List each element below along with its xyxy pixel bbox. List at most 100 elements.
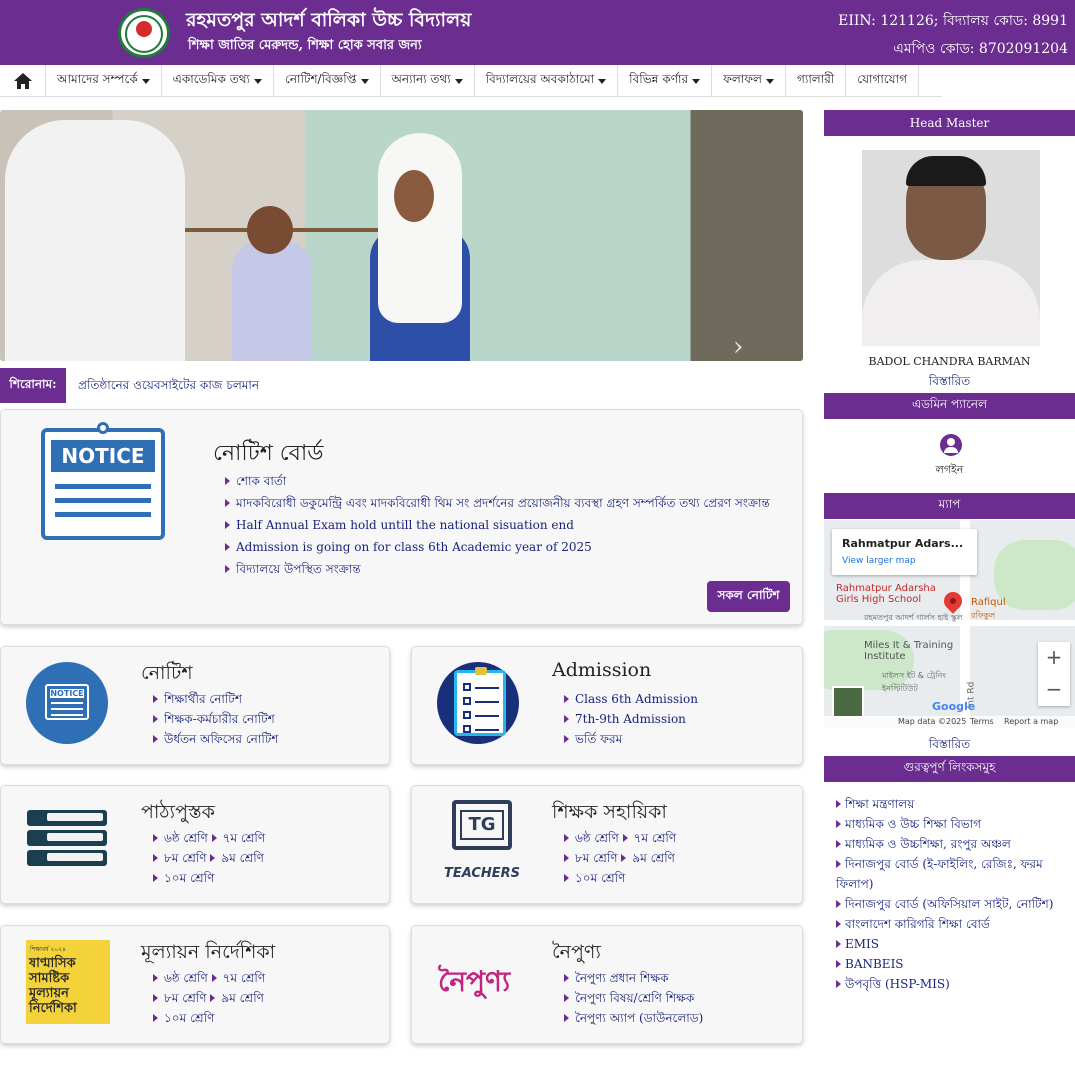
head-master-photo bbox=[862, 150, 1040, 346]
school-name[interactable]: রহমতপুর আদর্শ বালিকা উচ্চ বিদ্যালয় bbox=[186, 6, 471, 38]
nav-item-gallery[interactable]: গ্যালারী bbox=[786, 65, 847, 97]
school-logo[interactable] bbox=[118, 8, 170, 58]
nav-item-notice[interactable]: নোটিশ/বিজ্ঞপ্তি bbox=[274, 65, 381, 97]
class-link[interactable]: ৯ম শ্রেণি bbox=[621, 851, 675, 865]
login-link[interactable]: লগইন bbox=[824, 461, 1075, 480]
notice-item[interactable]: শোক বার্তা bbox=[225, 470, 770, 492]
caret-right-icon bbox=[153, 735, 158, 743]
class-link[interactable]: ৭ম শ্রেণি bbox=[211, 971, 265, 985]
list-item[interactable]: নৈপুণ্য প্রধান শিক্ষক bbox=[564, 968, 703, 988]
nav-item-results[interactable]: ফলাফল bbox=[712, 65, 786, 97]
caret-right-icon bbox=[836, 800, 841, 808]
list-item: ৬ষ্ঠ শ্রেণি ৭ম শ্রেণি bbox=[153, 828, 265, 848]
nav-item-other-info[interactable]: অন্যান্য তথ্য bbox=[381, 65, 475, 97]
class-link[interactable]: ১০ম শ্রেণি bbox=[153, 871, 214, 885]
school-motto: শিক্ষা জাতির মেরুদন্ড, শিক্ষা হোক সবার জ… bbox=[188, 38, 422, 53]
nav-item-infrastructure[interactable]: বিদ্যালয়ের অবকাঠামো bbox=[475, 65, 619, 97]
teacher-guide-card-title: শিক্ষক সহায়িকা bbox=[552, 801, 667, 823]
link-item[interactable]: দিনাজপুর বোর্ড (ই-ফাইলিং, রেজিঃ, ফরম ফিল… bbox=[836, 854, 1068, 894]
class-link[interactable]: ৬ষ্ঠ শ্রেণি bbox=[153, 971, 208, 985]
notice-item[interactable]: বিদ্যালয়ে উপস্থিত সংক্রান্ত bbox=[225, 558, 770, 580]
link-item[interactable]: দিনাজপুর বোর্ড (অফিসিয়াল সাইট, নোটিশ) bbox=[836, 894, 1068, 914]
notice-item[interactable]: Half Annual Exam hold untill the nationa… bbox=[225, 514, 770, 536]
caret-down-icon bbox=[141, 78, 150, 84]
map-footer: Map data ©2025 Terms Report a map error bbox=[824, 716, 1075, 728]
list-item: ৮ম শ্রেণি ৯ম শ্রেণি bbox=[564, 848, 676, 868]
class-link[interactable]: ৮ম শ্রেণি bbox=[153, 991, 207, 1005]
all-notices-button[interactable]: সকল নোটিশ bbox=[707, 581, 790, 612]
list-item[interactable]: উর্ধতন অফিসের নোটিশ bbox=[153, 729, 278, 749]
map-report-link[interactable]: Report a map error bbox=[1004, 717, 1075, 728]
caret-right-icon bbox=[836, 900, 841, 908]
caret-down-icon bbox=[765, 78, 774, 84]
list-item[interactable]: নৈপুণ্য অ্যাপ (ডাউনলোড) bbox=[564, 1008, 703, 1028]
map-details-link[interactable]: বিস্তারিত bbox=[824, 736, 1075, 756]
caret-right-icon bbox=[836, 860, 841, 868]
map-label-miles: Miles It & Training Institute bbox=[864, 640, 954, 662]
list-item[interactable]: নৈপুণ্য বিষয়/শ্রেণি শিক্ষক bbox=[564, 988, 703, 1008]
link-item[interactable]: EMIS bbox=[836, 934, 1068, 954]
class-link[interactable]: ৯ম শ্রেণি bbox=[210, 991, 264, 1005]
site-header: রহমতপুর আদর্শ বালিকা উচ্চ বিদ্যালয় শিক্… bbox=[0, 0, 1075, 65]
link-item[interactable]: মাধ্যমিক ও উচ্চশিক্ষা, রংপুর অঞ্চল bbox=[836, 834, 1068, 854]
notice-item[interactable]: মাদকবিরোধী ডকুমেন্ট্রি এবং মাদকবিরোধী থি… bbox=[225, 492, 770, 514]
eiin-code: EIIN: 121126; বিদ্যালয় কোড: 8991 bbox=[838, 13, 1068, 29]
caret-right-icon bbox=[564, 695, 569, 703]
link-item[interactable]: বাংলাদেশ কারিগরি শিক্ষা বোর্ড bbox=[836, 914, 1068, 934]
important-links-list: শিক্ষা মন্ত্রণালয় মাধ্যমিক ও উচ্চ শিক্ষ… bbox=[836, 794, 1068, 994]
link-item[interactable]: শিক্ষা মন্ত্রণালয় bbox=[836, 794, 1068, 814]
caret-right-icon bbox=[225, 477, 230, 485]
list-item[interactable]: শিক্ষার্থীর নোটিশ bbox=[153, 689, 278, 709]
nav-item-academic[interactable]: একাডেমিক তথ্য bbox=[162, 65, 274, 97]
nav-item-about[interactable]: আমাদের সম্পর্কে bbox=[46, 65, 162, 97]
class-link[interactable]: ১০ম শ্রেণি bbox=[564, 871, 625, 885]
map-terms-link[interactable]: Terms bbox=[970, 717, 994, 726]
satellite-toggle[interactable] bbox=[832, 686, 864, 718]
class-link[interactable]: ১০ম শ্রেণি bbox=[153, 1011, 214, 1025]
caret-right-icon bbox=[225, 521, 230, 529]
list-item[interactable]: 7th-9th Admission bbox=[564, 709, 698, 729]
class-link[interactable]: ৭ম শ্রেণি bbox=[211, 831, 265, 845]
ticker-label: শিরোনাম: bbox=[0, 368, 66, 403]
ticker-text[interactable]: প্রতিষ্ঠানের ওয়েবসাইটের কাজ চলমান bbox=[78, 377, 259, 397]
caret-down-icon bbox=[692, 78, 701, 84]
map-label-school: Rahmatpur Adarsha Girls High School bbox=[836, 583, 936, 605]
link-item[interactable]: উপবৃত্তি (HSP-MIS) bbox=[836, 974, 1068, 994]
class-link[interactable]: ৬ষ্ঠ শ্রেণি bbox=[153, 831, 208, 845]
user-icon[interactable] bbox=[940, 434, 962, 456]
class-link[interactable]: ৮ম শ্রেণি bbox=[153, 851, 207, 865]
list-item: ৮ম শ্রেণি ৯ম শ্রেণি bbox=[153, 988, 265, 1008]
slider-photo-detail bbox=[5, 120, 185, 361]
books-icon bbox=[27, 806, 107, 876]
zoom-in-button[interactable]: + bbox=[1038, 642, 1070, 674]
nipun-card-title: নৈপুণ্য bbox=[552, 941, 601, 963]
slider-next-icon[interactable]: › bbox=[733, 332, 743, 361]
google-logo: Google bbox=[932, 700, 976, 713]
caret-right-icon bbox=[153, 695, 158, 703]
nav-item-corners[interactable]: বিভিন্ন কর্ণার bbox=[618, 65, 713, 97]
list-item[interactable]: শিক্ষক-কর্মচারীর নোটিশ bbox=[153, 709, 278, 729]
caret-right-icon bbox=[153, 834, 158, 842]
nav-home[interactable] bbox=[0, 65, 46, 97]
view-larger-map-link[interactable]: View larger map bbox=[842, 556, 916, 566]
image-slider[interactable]: › bbox=[0, 110, 803, 361]
caret-right-icon bbox=[564, 974, 569, 982]
head-master-details-link[interactable]: বিস্তারিত bbox=[824, 373, 1075, 393]
caret-right-icon bbox=[153, 715, 158, 723]
admission-card: Admission Class 6th Admission 7th-9th Ad… bbox=[411, 646, 803, 765]
class-link[interactable]: ৯ম শ্রেণি bbox=[210, 851, 264, 865]
class-link[interactable]: ৮ম শ্রেণি bbox=[564, 851, 618, 865]
class-link[interactable]: ৬ষ্ঠ শ্রেণি bbox=[564, 831, 619, 845]
list-item[interactable]: ভর্তি ফরম bbox=[564, 729, 698, 749]
notice-item[interactable]: Admission is going on for class 6th Acad… bbox=[225, 536, 770, 558]
map-label-miles-bn: মাইলস ইট & ট্রেনিং ইনস্টিটিউট bbox=[882, 671, 946, 693]
list-item[interactable]: Class 6th Admission bbox=[564, 689, 698, 709]
nav-item-contact[interactable]: যোগাযোগ bbox=[846, 65, 919, 97]
link-item[interactable]: মাধ্যমিক ও উচ্চ শিক্ষা বিভাগ bbox=[836, 814, 1068, 834]
evaluation-card-title: মূল্যায়ন নির্দেশিকা bbox=[141, 941, 276, 963]
class-link[interactable]: ৭ম শ্রেণি bbox=[622, 831, 676, 845]
link-item[interactable]: BANBEIS bbox=[836, 954, 1068, 974]
embedded-map[interactable]: Rahmatpur Adars... View larger map Rahma… bbox=[824, 520, 1075, 728]
zoom-out-button[interactable]: − bbox=[1038, 674, 1070, 706]
important-links-heading: গুরত্বপুর্ণ লিংকসমুহ bbox=[824, 756, 1075, 782]
